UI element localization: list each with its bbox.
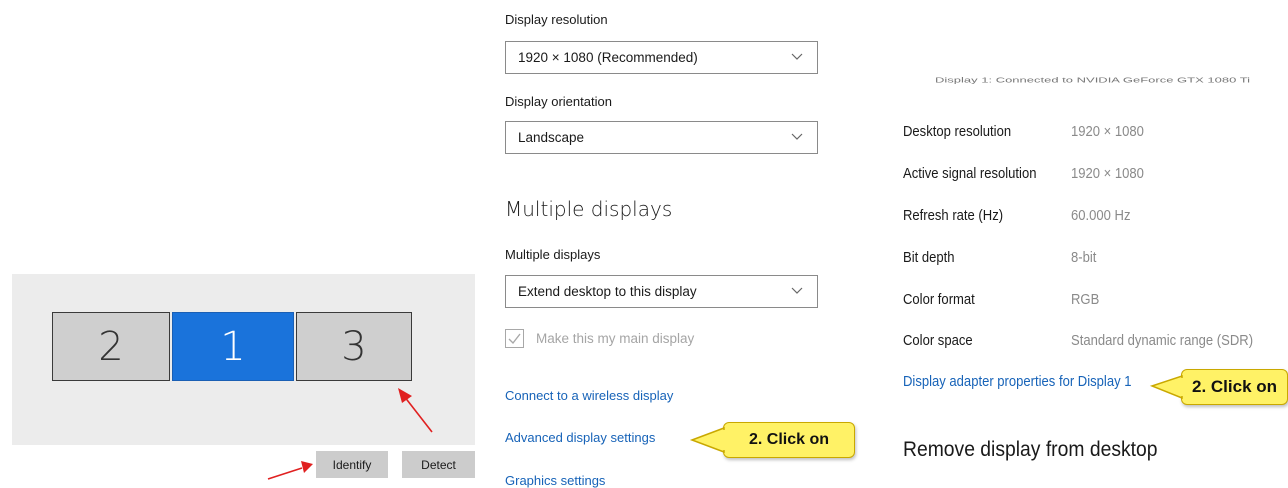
identify-button[interactable]: Identify — [316, 451, 388, 478]
display-settings-panel: Display resolution 1920 × 1080 (Recommen… — [505, 0, 855, 488]
click-on-callout-adapter: 2. Click on — [1181, 369, 1288, 405]
red-arrow-icon — [267, 461, 313, 480]
property-name: Refresh rate (Hz) — [903, 208, 1004, 224]
callout-text: 2. Click on — [748, 431, 830, 448]
advanced-display-panel: Display 1: Connected to NVIDIA GeForce G… — [903, 0, 1288, 488]
display-resolution-dropdown[interactable]: 1920 × 1080 (Recommended) — [505, 41, 818, 74]
detect-button[interactable]: Detect — [402, 451, 475, 478]
click-on-callout-advanced: 2. Click on — [723, 422, 855, 458]
property-name: Color format — [903, 292, 975, 308]
advanced-display-settings-link[interactable]: Advanced display settings — [505, 430, 655, 445]
property-name: Color space — [903, 333, 973, 349]
multiple-displays-value: Extend desktop to this display — [518, 284, 697, 299]
property-value: 60.000 Hz — [1071, 208, 1131, 224]
chevron-down-icon — [791, 287, 803, 294]
display-orientation-dropdown[interactable]: Landscape — [505, 121, 818, 154]
display-arrangement-panel: 2 1 3 — [12, 274, 475, 445]
callout-text: 2. Click on — [1191, 377, 1278, 396]
main-display-checkbox[interactable] — [505, 329, 524, 348]
multiple-displays-label: Multiple displays — [505, 247, 601, 262]
chevron-down-icon — [791, 133, 803, 140]
display-adapter-properties-link[interactable]: Display adapter properties for Display 1 — [903, 374, 1131, 390]
main-display-option: Make this my main display — [505, 329, 694, 348]
chevron-down-icon — [791, 53, 803, 60]
main-display-checkbox-label: Make this my main display — [536, 331, 695, 346]
display-orientation-label: Display orientation — [505, 94, 612, 109]
property-value: 8-bit — [1071, 250, 1097, 266]
property-name: Active signal resolution — [903, 166, 1037, 182]
multiple-displays-heading: Multiple displays — [505, 197, 673, 221]
monitor-1-number: 1 — [220, 323, 246, 370]
checkmark-icon — [508, 333, 521, 345]
remove-display-heading: Remove display from desktop — [903, 438, 1158, 461]
display-orientation-value: Landscape — [518, 130, 585, 145]
property-value: Standard dynamic range (SDR) — [1071, 333, 1254, 349]
wireless-display-link[interactable]: Connect to a wireless display — [505, 388, 673, 403]
property-name: Desktop resolution — [903, 124, 1012, 140]
property-name: Bit depth — [903, 250, 955, 266]
property-value: 1920 × 1080 — [1071, 166, 1144, 182]
monitor-3-tile[interactable]: 3 — [296, 312, 412, 381]
multiple-displays-dropdown[interactable]: Extend desktop to this display — [505, 275, 818, 308]
monitor-1-tile[interactable]: 1 — [172, 312, 294, 381]
monitor-2-number: 2 — [98, 323, 124, 370]
property-value: 1920 × 1080 — [1071, 124, 1144, 140]
monitor-3-number: 3 — [341, 323, 367, 370]
display-resolution-value: 1920 × 1080 (Recommended) — [518, 50, 698, 65]
monitor-2-tile[interactable]: 2 — [52, 312, 170, 381]
graphics-settings-link[interactable]: Graphics settings — [505, 473, 605, 488]
display-info-title: Display 1: Connected to NVIDIA GeForce G… — [935, 76, 1251, 85]
display-resolution-label: Display resolution — [505, 12, 608, 27]
property-value: RGB — [1071, 292, 1100, 308]
